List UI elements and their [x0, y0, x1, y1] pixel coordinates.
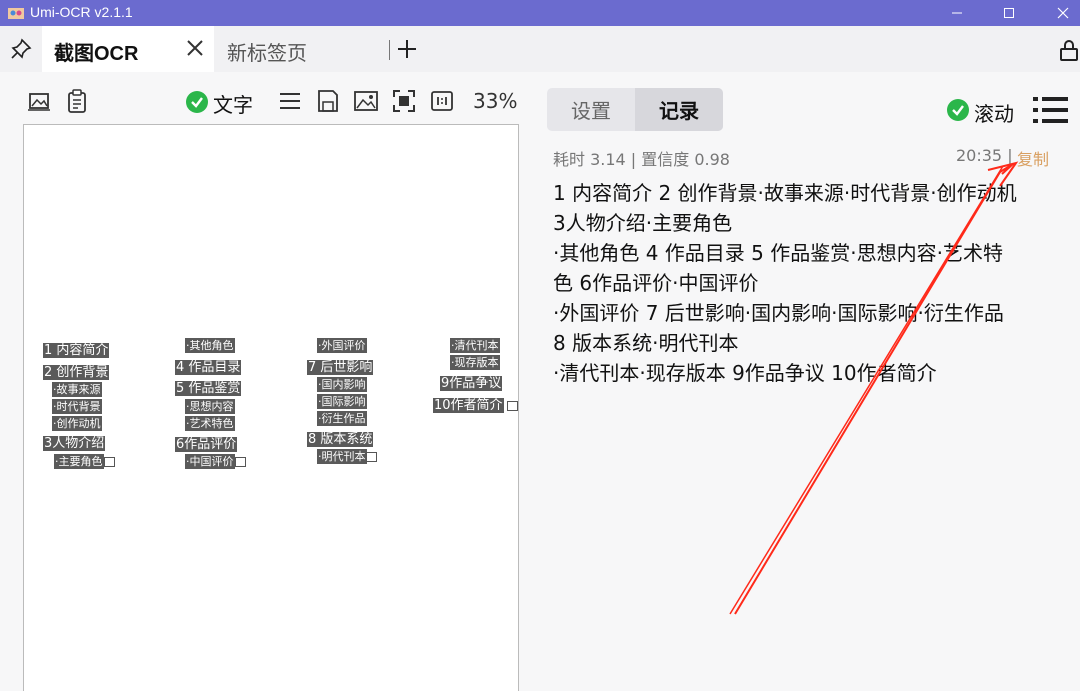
close-tab-icon[interactable] [184, 37, 206, 59]
screenshot-icon[interactable] [26, 88, 52, 114]
result-line: ·清代刊本·现存版本 9作品争议 10作者简介 [553, 361, 937, 385]
scroll-toggle-label[interactable]: 滚动 [974, 98, 1014, 127]
minimize-icon [952, 12, 962, 14]
ocr-block: ·主要角色 [54, 454, 104, 469]
minimize-button[interactable] [934, 0, 980, 26]
ocr-block: 1 内容简介 [43, 343, 110, 358]
paste-icon[interactable] [64, 88, 90, 114]
result-line: 1 内容简介 2 创作背景·故事来源·时代背景·创作动机 [553, 181, 1017, 205]
save-icon[interactable] [315, 88, 341, 114]
ocr-block: ·国内影响 [317, 377, 367, 392]
close-window-button[interactable] [1040, 0, 1080, 26]
result-line: 8 版本系统·明代刊本 [553, 331, 739, 355]
result-line: ·外国评价 7 后世影响·国内影响·国际影响·衍生作品 [553, 301, 1004, 325]
close-icon [1057, 7, 1069, 19]
actual-size-icon[interactable] [429, 88, 455, 114]
lock-icon[interactable] [1058, 39, 1080, 61]
line-break-icon [507, 401, 518, 411]
ocr-block: ·时代背景 [52, 399, 102, 414]
copy-link[interactable]: 复制 [1017, 146, 1049, 170]
ocr-block: ·外国评价 [317, 338, 367, 353]
preview-toolbar: 文字 33% [0, 80, 530, 120]
ocr-block: ·思想内容 [185, 399, 235, 414]
ocr-block: ·其他角色 [185, 338, 235, 353]
tab-divider [389, 40, 390, 60]
ocr-block: ·创作动机 [52, 416, 102, 431]
line-break-icon [104, 457, 115, 467]
ocr-block: ·衍生作品 [317, 411, 367, 426]
tab-new[interactable]: 新标签页 [227, 37, 307, 66]
result-line: ·其他角色 4 作品目录 5 作品鉴赏·思想内容·艺术特 [553, 241, 1003, 265]
ocr-block: 7 后世影响 [307, 360, 374, 375]
ocr-block: ·清代刊本 [450, 338, 500, 353]
result-line: 色 6作品评价·中国评价 [553, 271, 759, 295]
panel-tabs: 设置 记录 [547, 88, 723, 131]
menu-icon[interactable] [1033, 96, 1069, 124]
tab-screenshot-ocr[interactable]: 截图OCR [42, 26, 214, 72]
result-line: 3人物介绍·主要角色 [553, 211, 733, 235]
list-icon[interactable] [277, 88, 303, 114]
ocr-block: 6作品评价 [175, 437, 238, 452]
ocr-result-text[interactable]: 1 内容简介 2 创作背景·故事来源·时代背景·创作动机 3人物介绍·主要角色 … [553, 178, 1058, 388]
maximize-button[interactable] [986, 0, 1032, 26]
text-toggle-label[interactable]: 文字 [213, 89, 253, 118]
add-tab-icon[interactable] [396, 38, 418, 60]
zoom-level: 33% [473, 89, 518, 113]
window-title: Umi-OCR v2.1.1 [30, 4, 133, 20]
record-meta: 耗时 3.14 | 置信度 0.98 [553, 150, 730, 169]
ocr-block: 5 作品鉴赏 [175, 381, 242, 396]
ocr-block: ·故事来源 [52, 382, 102, 397]
fit-screen-icon[interactable] [391, 88, 417, 114]
app-icon [8, 8, 24, 19]
tab-records[interactable]: 记录 [635, 88, 723, 131]
image-preview[interactable]: 1 内容简介 2 创作背景 ·故事来源 ·时代背景 ·创作动机 3人物介绍 ·主… [23, 124, 519, 691]
tab-settings[interactable]: 设置 [547, 88, 635, 131]
ocr-block: 8 版本系统 [307, 432, 374, 447]
image-icon[interactable] [353, 88, 379, 114]
maximize-icon [1004, 8, 1014, 18]
ocr-block: ·中国评价 [185, 454, 235, 469]
tab-bar: 截图OCR 新标签页 [0, 26, 1080, 72]
scroll-check-icon[interactable] [947, 99, 969, 121]
ocr-block: 4 作品目录 [175, 360, 242, 375]
ocr-block: ·明代刊本 [317, 449, 367, 464]
record-time: 20:35 | [956, 146, 1013, 165]
line-break-icon [235, 457, 246, 467]
title-bar: Umi-OCR v2.1.1 [0, 0, 1080, 26]
pin-icon[interactable] [10, 38, 32, 60]
ocr-block: ·现存版本 [450, 355, 500, 370]
ocr-block: ·国际影响 [317, 394, 367, 409]
ocr-block: 9作品争议 [440, 376, 503, 391]
ocr-block: 3人物介绍 [43, 436, 106, 451]
tab-label: 截图OCR [54, 43, 139, 65]
ocr-block: 2 创作背景 [43, 365, 110, 380]
line-break-icon [366, 452, 377, 462]
ocr-block: 10作者简介 [433, 398, 504, 413]
ocr-block: ·艺术特色 [185, 416, 235, 431]
text-check-icon[interactable] [186, 91, 208, 113]
